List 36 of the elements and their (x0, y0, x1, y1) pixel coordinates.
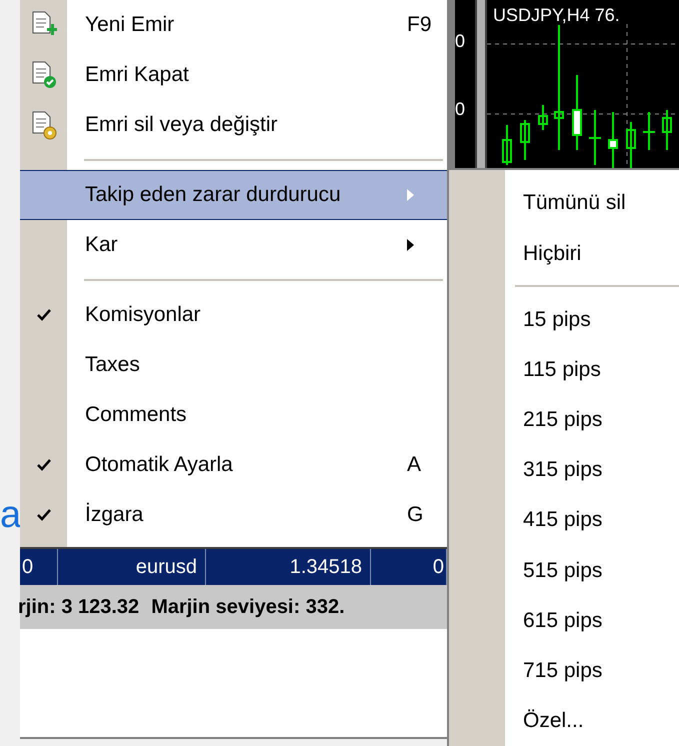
menu-item[interactable]: 715 pips (449, 646, 679, 696)
axis-label: 0 (455, 100, 466, 118)
menu-item[interactable]: Emri Kapat (20, 50, 447, 100)
status-text: Marjin seviyesi: 332. (151, 595, 345, 620)
menu-item[interactable]: 215 pips (449, 394, 679, 445)
axis-label: 0 (455, 32, 466, 50)
checkmark-icon (36, 509, 50, 521)
menu-item[interactable]: Taxes (20, 340, 447, 390)
checkmark-icon (36, 459, 50, 471)
menu-item[interactable]: 415 pips (449, 495, 679, 546)
menu-item[interactable]: Komisyonlar (20, 290, 447, 340)
menu-item[interactable]: Özel... (449, 696, 679, 746)
menu-item[interactable]: Otomatik Ayarla A (20, 440, 447, 490)
menu-item[interactable]: 15 pips (449, 294, 679, 345)
heading-text: a (0, 496, 22, 534)
menu-item[interactable]: 115 pips (449, 344, 679, 395)
menu-item[interactable]: Emri sil veya değiştir (20, 100, 447, 150)
menu-item[interactable]: Hiçbiri (449, 228, 679, 278)
menu-item[interactable]: Takip eden zarar durdurucu (20, 170, 447, 220)
chart-title: USDJPY,H4 76. (493, 4, 620, 27)
document-gear-icon (30, 110, 56, 140)
menu-item[interactable]: 615 pips (449, 595, 679, 646)
chart-splitter[interactable] (475, 0, 487, 168)
status-text: rjin: 3 123.32 (18, 595, 140, 620)
menu-item[interactable]: Tümünü sil (449, 178, 679, 228)
menu-item[interactable]: 515 pips (449, 545, 679, 596)
menu-item[interactable]: Comments (20, 390, 447, 440)
submenu-arrow-icon (407, 189, 415, 201)
submenu-arrow-icon (407, 239, 415, 251)
menu-item[interactable]: Yeni Emir F9 (20, 0, 447, 50)
document-check-icon (30, 60, 56, 90)
menu-item[interactable]: İzgara G (20, 490, 447, 540)
menu-item[interactable]: Kar (20, 220, 447, 270)
checkmark-icon (36, 309, 50, 321)
menu-item[interactable]: 315 pips (449, 444, 679, 496)
table-row[interactable]: 0 eurusd 1.34518 0 (20, 547, 447, 585)
